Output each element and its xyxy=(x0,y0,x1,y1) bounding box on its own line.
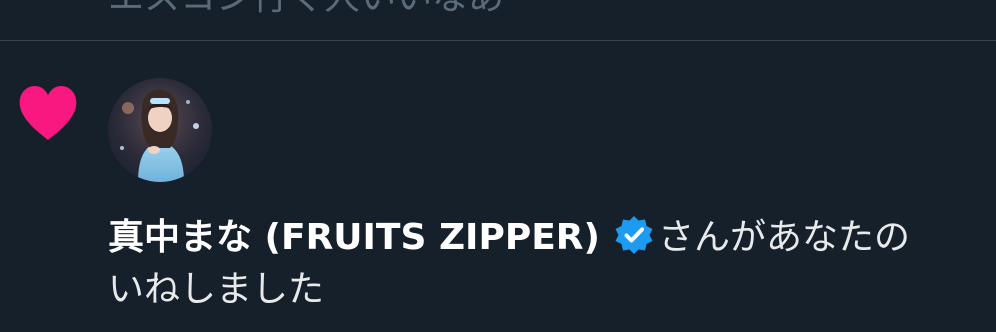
user-avatar[interactable] xyxy=(108,78,212,182)
notification-page: エスコン行く人いいなあ xyxy=(0,0,996,332)
notification-line-2: いねしました xyxy=(108,269,325,310)
heart-icon xyxy=(18,86,78,142)
action-text: さんがあなたの xyxy=(657,217,910,258)
divider xyxy=(0,40,996,41)
previous-notification-text[interactable]: エスコン行く人いいなあ xyxy=(108,0,504,20)
username-link[interactable]: 真中まな (FRUITS ZIPPER) xyxy=(108,217,600,258)
verified-badge-icon xyxy=(614,215,654,255)
notification-line-1: 真中まな (FRUITS ZIPPER) さんがあなたの xyxy=(108,212,996,264)
notification-message: 真中まな (FRUITS ZIPPER) さんがあなたの いねしました xyxy=(108,212,996,316)
